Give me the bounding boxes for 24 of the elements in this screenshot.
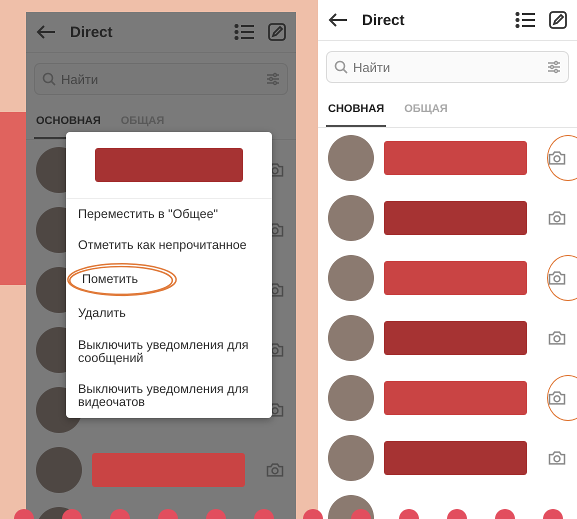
filter-icon[interactable] — [266, 72, 280, 86]
search-icon — [42, 72, 56, 86]
screen-title: Direct — [362, 12, 406, 28]
menu-item[interactable]: Переместить в "Общее" — [66, 199, 272, 230]
menu-item[interactable]: Удалить — [66, 298, 272, 330]
search-field[interactable]: Найти — [326, 51, 569, 83]
avatar-placeholder — [328, 135, 374, 181]
screen-title: Direct — [70, 24, 114, 40]
compose-icon[interactable] — [549, 11, 567, 29]
filter-icon[interactable] — [547, 60, 561, 74]
search-icon — [334, 60, 348, 74]
menu-item[interactable]: Пометить — [66, 261, 272, 298]
avatar-placeholder — [328, 315, 374, 361]
back-arrow-icon[interactable] — [328, 12, 348, 28]
menu-item[interactable]: Выключить уведомления для видеочатов — [66, 374, 272, 418]
avatar-placeholder — [328, 375, 374, 421]
avatar-placeholder — [328, 195, 374, 241]
menu-item[interactable]: Выключить уведомления для сообщений — [66, 330, 272, 374]
tab[interactable]: СНОВНАЯ — [326, 93, 386, 127]
avatar-placeholder — [328, 255, 374, 301]
avatar-placeholder — [36, 447, 82, 493]
menu-item[interactable]: Отметить как непрочитанное — [66, 230, 272, 262]
avatar-placeholder — [328, 435, 374, 481]
list-icon[interactable] — [515, 11, 535, 29]
